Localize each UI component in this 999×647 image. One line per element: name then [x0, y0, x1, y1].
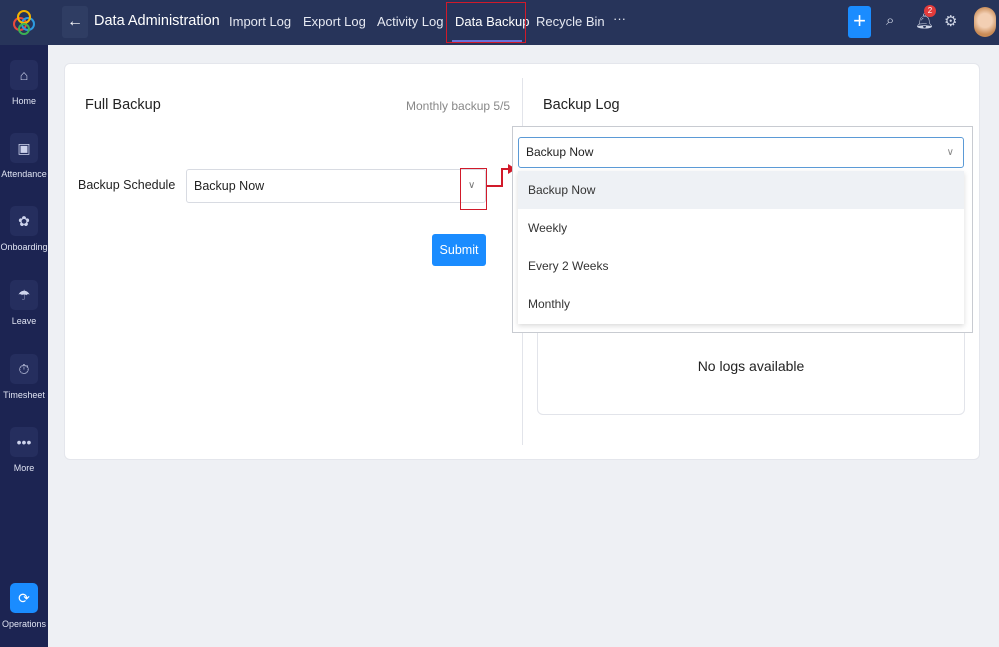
chevron-down-icon[interactable]: ∨ [947, 138, 954, 167]
app-logo-icon[interactable] [12, 9, 36, 35]
highlight-box [460, 168, 487, 210]
add-button[interactable]: + [848, 6, 871, 38]
selected-value: Backup Now [526, 145, 593, 159]
sidebar-item-onboarding[interactable]: ✿ Onboarding [0, 206, 48, 252]
notification-badge: 2 [924, 5, 936, 17]
backup-schedule-select[interactable]: Backup Now [186, 169, 486, 203]
sidebar-item-timesheet[interactable]: ⏱ Timesheet [0, 354, 48, 400]
full-backup-title: Full Backup [85, 97, 161, 113]
sidebar-item-label: Leave [0, 316, 48, 326]
more-icon: ••• [10, 427, 38, 457]
option-monthly[interactable]: Monthly [518, 285, 964, 323]
option-every-2-weeks[interactable]: Every 2 Weeks [518, 247, 964, 285]
sidebar-item-leave[interactable]: ☂ Leave [0, 280, 48, 326]
tab-recycle-bin[interactable]: Recycle Bin [536, 14, 605, 29]
more-tabs-button[interactable]: ··· [613, 11, 626, 26]
operations-icon: ⟳ [10, 583, 38, 613]
sidebar-item-label: Operations [0, 619, 48, 629]
sidebar-item-label: Home [0, 96, 48, 106]
avatar[interactable] [974, 7, 996, 37]
dropdown-select[interactable]: Backup Now ∨ [518, 137, 964, 168]
search-icon[interactable]: ⌕ [886, 12, 894, 29]
tab-export-log[interactable]: Export Log [303, 14, 366, 29]
tab-activity-log[interactable]: Activity Log [377, 14, 443, 29]
sidebar-item-label: More [0, 463, 48, 473]
handshake-icon: ✿ [10, 206, 38, 236]
sidebar-item-more[interactable]: ••• More [0, 427, 48, 473]
stopwatch-icon: ⏱ [10, 354, 38, 384]
submit-button[interactable]: Submit [432, 234, 486, 266]
calendar-check-icon: ▣ [10, 133, 38, 163]
tab-import-log[interactable]: Import Log [229, 14, 291, 29]
option-backup-now[interactable]: Backup Now [518, 171, 964, 209]
sidebar-item-home[interactable]: ⌂ Home [0, 60, 48, 106]
back-arrow-icon[interactable]: ← [62, 6, 88, 38]
sidebar-item-operations[interactable]: ⟳ Operations [0, 583, 48, 629]
sidebar-item-attendance[interactable]: ▣ Attendance [0, 133, 48, 179]
backup-schedule-label: Backup Schedule [78, 178, 175, 192]
selected-value: Backup Now [194, 179, 264, 193]
sidebar-item-label: Onboarding [0, 242, 48, 252]
empty-state: No logs available [538, 358, 964, 374]
umbrella-icon: ☂ [10, 280, 38, 310]
gear-icon[interactable]: ⚙ [944, 12, 957, 30]
sidebar-item-label: Timesheet [0, 390, 48, 400]
page-title: Data Administration [94, 13, 220, 29]
monthly-backup-quota: Monthly backup 5/5 [406, 99, 510, 113]
highlight-box [446, 2, 526, 43]
backup-log-title: Backup Log [543, 97, 620, 113]
dropdown-options: Backup Now Weekly Every 2 Weeks Monthly [518, 171, 964, 324]
sidebar-item-label: Attendance [0, 169, 48, 179]
option-weekly[interactable]: Weekly [518, 209, 964, 247]
home-icon: ⌂ [10, 60, 38, 90]
